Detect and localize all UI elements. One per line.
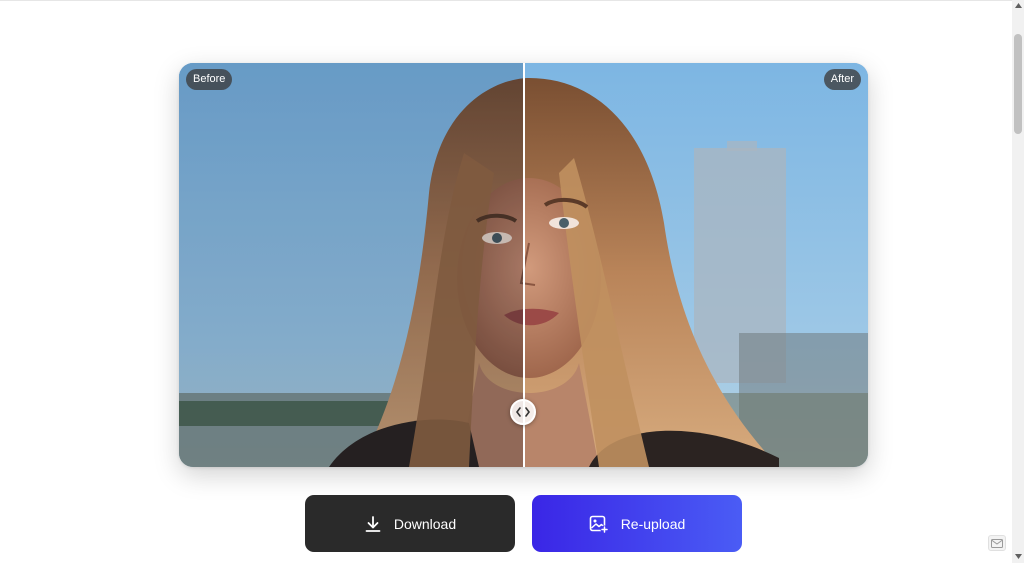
triangle-down-icon [1014,554,1022,559]
download-icon [365,515,381,532]
scrollbar-thumb[interactable] [1014,34,1022,134]
comparison-slider-handle[interactable] [510,399,536,425]
after-badge: After [823,69,861,90]
scroll-down-arrow[interactable] [1012,551,1024,563]
chevron-left-right-icon [516,407,530,417]
before-image [179,63,524,467]
floating-widget[interactable] [988,535,1006,551]
page-scrollbar[interactable] [1012,0,1024,563]
before-after-comparison[interactable]: Before After [179,63,868,467]
mail-icon [991,538,1003,548]
reupload-button-label: Re-upload [620,515,686,532]
triangle-up-icon [1014,3,1022,8]
reupload-button[interactable]: Re-upload [532,495,742,552]
before-badge: Before [186,69,233,90]
download-button-label: Download [393,515,457,532]
scroll-up-arrow[interactable] [1012,0,1024,12]
download-button[interactable]: Download [305,495,515,552]
top-divider [0,0,1012,1]
before-tint [179,63,524,467]
image-plus-icon [589,515,609,533]
